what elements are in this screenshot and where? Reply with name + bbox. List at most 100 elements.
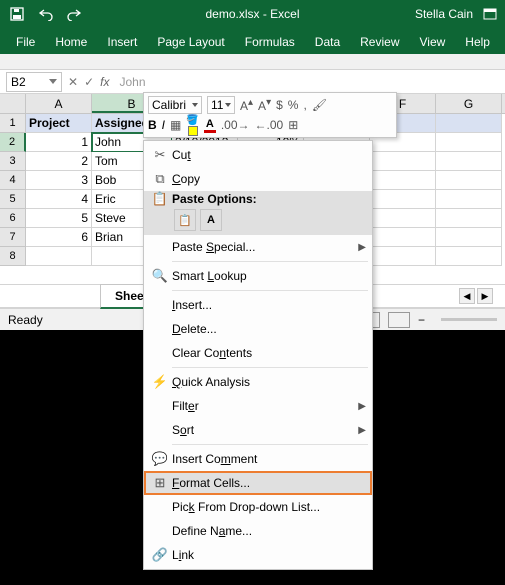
borders-icon[interactable]: ▦	[170, 118, 181, 132]
menu-copy[interactable]: ⧉Copy	[144, 167, 372, 191]
cell-a6[interactable]: 5	[26, 209, 92, 228]
tab-formulas[interactable]: Formulas	[235, 30, 305, 54]
name-box-dropdown-icon[interactable]	[49, 79, 57, 84]
col-header-a[interactable]: A	[26, 94, 92, 113]
tab-insert[interactable]: Insert	[97, 30, 147, 54]
scroll-left-icon[interactable]: ◀	[459, 288, 475, 304]
copy-icon: ⧉	[148, 171, 172, 187]
mini-toolbar: Calibri 11 A▴ A▾ $ % , 🖌 B I ▦ 🪣 A .00→ …	[143, 92, 397, 138]
menu-cut[interactable]: ✂Cut	[144, 143, 372, 167]
paste-default-icon[interactable]: 📋	[174, 209, 196, 231]
menu-pick-from-list[interactable]: Pick From Drop-down List...	[144, 495, 372, 519]
undo-icon[interactable]	[38, 7, 52, 21]
menu-smart-lookup[interactable]: 🔍Smart Lookup	[144, 264, 372, 288]
cell-g2[interactable]	[436, 133, 502, 152]
tab-help[interactable]: Help	[455, 30, 500, 54]
tab-data[interactable]: Data	[305, 30, 350, 54]
fx-icon[interactable]: fx	[100, 75, 109, 89]
tab-review[interactable]: Review	[350, 30, 409, 54]
menu-format-cells[interactable]: ⊞Format Cells...	[144, 471, 372, 495]
cancel-formula-icon[interactable]: ✕	[68, 75, 78, 89]
font-color-button[interactable]: A	[204, 118, 216, 133]
scroll-right-icon[interactable]: ▶	[477, 288, 493, 304]
menu-paste-options[interactable]: 📋Paste Options: 📋 A	[144, 191, 372, 235]
menu-separator	[172, 367, 368, 368]
merge-center-icon[interactable]: ⊞	[288, 118, 298, 132]
row-header-1[interactable]: 1	[0, 114, 26, 133]
row-header-3[interactable]: 3	[0, 152, 26, 171]
menu-delete[interactable]: Delete...	[144, 317, 372, 341]
menu-define-name[interactable]: Define Name...	[144, 519, 372, 543]
cell-g8[interactable]	[436, 247, 502, 266]
page-break-view-icon[interactable]	[388, 312, 410, 328]
paste-values-icon[interactable]: A	[200, 209, 222, 231]
cell-f3[interactable]	[370, 152, 436, 171]
format-cells-icon: ⊞	[148, 475, 172, 491]
row-header-2[interactable]: 2	[0, 133, 26, 152]
menu-insert[interactable]: Insert...	[144, 293, 372, 317]
row-header-4[interactable]: 4	[0, 171, 26, 190]
menu-link[interactable]: 🔗Link	[144, 543, 372, 567]
menu-sort[interactable]: Sort▶	[144, 418, 372, 442]
cell-a3[interactable]: 2	[26, 152, 92, 171]
tab-home[interactable]: Home	[45, 30, 97, 54]
select-all-corner[interactable]	[0, 94, 26, 113]
tab-file[interactable]: File	[6, 30, 45, 54]
increase-font-icon[interactable]: A▴	[240, 97, 253, 113]
cell-g4[interactable]	[436, 171, 502, 190]
row-header-8[interactable]: 8	[0, 247, 26, 266]
cell-g5[interactable]	[436, 190, 502, 209]
cell-a7[interactable]: 6	[26, 228, 92, 247]
fill-color-button[interactable]: 🪣	[186, 115, 198, 136]
bold-button[interactable]: B	[148, 118, 157, 132]
accounting-format-icon[interactable]: $	[276, 98, 283, 112]
cell-a1[interactable]: Project	[26, 114, 92, 133]
row-header-7[interactable]: 7	[0, 228, 26, 247]
font-size: 11	[211, 98, 223, 112]
enter-formula-icon[interactable]: ✓	[84, 75, 94, 89]
format-painter-icon[interactable]: 🖌	[312, 98, 327, 112]
decrease-font-icon[interactable]: A▾	[258, 97, 271, 113]
decrease-decimal-icon[interactable]: ←.00	[255, 118, 284, 132]
submenu-arrow-icon: ▶	[358, 242, 366, 253]
cell-f8[interactable]	[370, 247, 436, 266]
cell-a4[interactable]: 3	[26, 171, 92, 190]
menu-insert-comment[interactable]: 💬Insert Comment	[144, 447, 372, 471]
ribbon-display-icon[interactable]	[483, 8, 497, 20]
font-select[interactable]: Calibri	[148, 96, 202, 114]
quick-analysis-icon: ⚡	[148, 374, 172, 390]
cell-a8[interactable]	[26, 247, 92, 266]
increase-decimal-icon[interactable]: .00→	[221, 118, 250, 132]
tab-page-layout[interactable]: Page Layout	[147, 30, 234, 54]
menu-quick-analysis[interactable]: ⚡Quick Analysis	[144, 370, 372, 394]
cell-g1[interactable]	[436, 114, 502, 133]
cell-f6[interactable]	[370, 209, 436, 228]
percent-format-icon[interactable]: %	[288, 98, 299, 112]
cell-a5[interactable]: 4	[26, 190, 92, 209]
row-header-6[interactable]: 6	[0, 209, 26, 228]
col-header-g[interactable]: G	[436, 94, 502, 113]
redo-icon[interactable]	[66, 7, 80, 21]
user-name[interactable]: Stella Cain	[415, 7, 473, 21]
formula-input[interactable]: John	[115, 75, 505, 89]
menu-filter[interactable]: Filter▶	[144, 394, 372, 418]
cell-g7[interactable]	[436, 228, 502, 247]
zoom-out-icon[interactable]: −	[418, 313, 425, 327]
menu-paste-special[interactable]: Paste Special...▶	[144, 235, 372, 259]
tab-view[interactable]: View	[410, 30, 456, 54]
cell-a2[interactable]: 1	[26, 133, 92, 152]
cell-f7[interactable]	[370, 228, 436, 247]
cell-f4[interactable]	[370, 171, 436, 190]
zoom-slider[interactable]	[441, 318, 497, 321]
menu-clear-contents[interactable]: Clear Contents	[144, 341, 372, 365]
italic-button[interactable]: I	[162, 118, 165, 132]
font-size-select[interactable]: 11	[207, 96, 235, 114]
row-header-5[interactable]: 5	[0, 190, 26, 209]
cell-f5[interactable]	[370, 190, 436, 209]
cell-g3[interactable]	[436, 152, 502, 171]
cell-g6[interactable]	[436, 209, 502, 228]
name-box[interactable]: B2	[6, 72, 62, 92]
comma-format-icon[interactable]: ,	[303, 98, 306, 112]
fill-color-swatch	[188, 126, 198, 136]
save-icon[interactable]	[10, 7, 24, 21]
